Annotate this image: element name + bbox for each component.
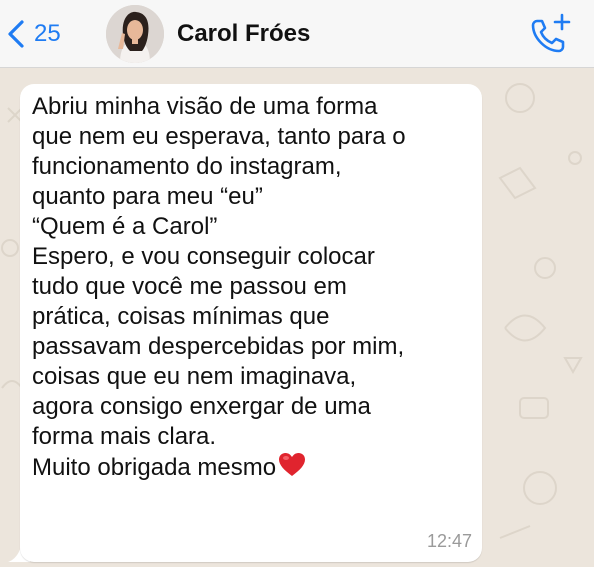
phone-plus-icon — [531, 13, 571, 53]
message-line: quanto para meu “eu” — [32, 183, 263, 210]
message-line: funcionamento do instagram, — [32, 153, 342, 180]
contact-name[interactable]: Carol Fróes — [177, 20, 310, 48]
message-line: passavam despercebidas por mim, — [32, 333, 405, 360]
message-line: forma mais clara. — [32, 423, 217, 450]
message-timestamp: 12:47 — [426, 531, 472, 551]
message-line: prática, coisas mínimas que — [32, 303, 330, 330]
avatar[interactable] — [106, 5, 164, 63]
add-call-button[interactable] — [528, 12, 572, 56]
message-line: tudo que você me passou em — [32, 273, 347, 300]
message-line: Muito obrigada mesmo — [32, 454, 277, 481]
avatar-photo-icon — [106, 5, 164, 63]
message-line: agora consigo enxergar de uma — [32, 393, 371, 420]
message-line: Espero, e vou conseguir colocar — [32, 243, 375, 270]
message-line: “Quem é a Carol” — [32, 213, 218, 240]
chevron-left-icon — [8, 20, 24, 48]
chat-header: 25 Carol Fróes — [0, 0, 594, 68]
message-line: Abriu minha visão de uma forma — [32, 93, 378, 120]
message-line: que nem eu esperava, tanto para o — [32, 123, 406, 150]
message-line: coisas que eu nem imaginava, — [32, 363, 357, 390]
red-heart-icon — [279, 453, 306, 476]
message-last-line: Muito obrigada mesmo — [32, 452, 472, 482]
back-button[interactable]: 25 — [6, 14, 61, 54]
message-bubble[interactable]: Abriu minha visão de uma forma que nem e… — [20, 84, 482, 562]
unread-count: 25 — [34, 20, 61, 47]
